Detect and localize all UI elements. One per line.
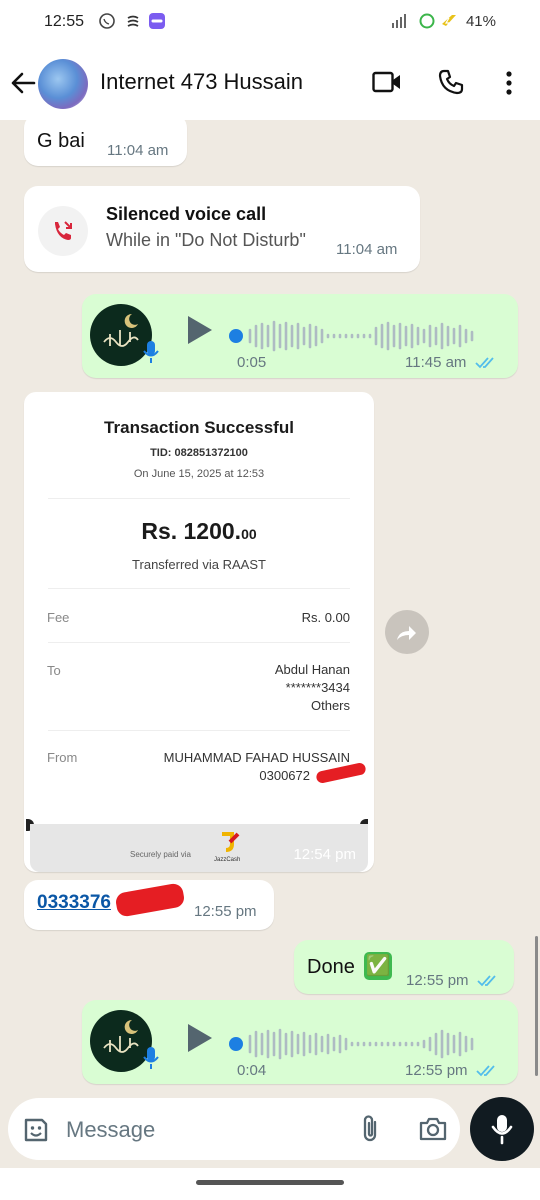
missed-call-icon: [55, 221, 72, 240]
attach-icon[interactable]: [358, 1114, 382, 1144]
message-meta: 12:55 pm: [405, 1062, 496, 1079]
forward-icon: [397, 626, 416, 640]
voice-duration: 0:05: [237, 354, 267, 371]
phone-number-link[interactable]: 0333376: [37, 892, 111, 914]
more-options-icon[interactable]: [506, 71, 512, 95]
link-app-icon: [149, 13, 165, 29]
message-time: 11:04 am: [336, 241, 398, 258]
receipt-amount: Rs. 1200.00: [24, 518, 374, 545]
chat-area[interactable]: G bai 11:04 am Silenced voice call While…: [0, 120, 540, 1090]
play-button[interactable]: [188, 316, 212, 344]
status-time: 12:55: [44, 13, 85, 30]
voice-waveform[interactable]: [228, 1024, 498, 1064]
message-bubble-outgoing[interactable]: Done ✅ 12:55 pm: [294, 940, 514, 994]
contact-avatar[interactable]: [38, 59, 88, 109]
video-call-icon[interactable]: [372, 71, 402, 93]
transaction-receipt-image[interactable]: Transaction Successful TID: 082851372100…: [24, 392, 374, 872]
microphone-icon: [491, 1115, 513, 1145]
read-receipt-icon: [474, 357, 494, 369]
to-details: Abdul Hanan *******3434 Others: [275, 661, 350, 715]
whatsapp-notification-icon: [99, 13, 115, 29]
amount-cents: 00: [241, 526, 257, 542]
to-account: *******3434: [285, 680, 350, 695]
to-bank: Others: [310, 698, 350, 713]
message-bubble-incoming[interactable]: G bai 11:04 am: [24, 120, 187, 166]
message-input[interactable]: Message: [66, 1117, 155, 1143]
from-account: 0300672: [259, 768, 310, 783]
divider: [48, 498, 350, 499]
missed-call-icon-wrap: [38, 206, 88, 256]
to-label: To: [47, 663, 61, 678]
receipt-via: Transferred via RAAST: [132, 557, 266, 572]
message-text: Done: [307, 956, 355, 978]
contact-name[interactable]: Internet 473 Hussain: [100, 69, 303, 95]
message-time: 12:55 pm: [406, 972, 469, 989]
to-name: Abdul Hanan: [274, 662, 350, 677]
divider: [48, 588, 350, 589]
receipt-footer: Securely paid via JazzCash 12:54 pm: [30, 824, 368, 872]
message-text: G bai: [37, 130, 85, 152]
voice-message-outgoing[interactable]: 0:04 12:55 pm: [82, 1000, 518, 1084]
message-time: 12:55 pm: [405, 1062, 468, 1079]
status-bar: 12:55 41%: [0, 0, 540, 44]
message-time: 12:54 pm: [293, 846, 356, 863]
voice-duration: 0:04: [237, 1062, 267, 1079]
message-time: 11:04 am: [107, 142, 169, 159]
voice-message-outgoing[interactable]: 0:05 11:45 am: [82, 294, 518, 378]
forward-button[interactable]: [385, 610, 429, 654]
receipt-date: On June 15, 2025 at 12:53: [133, 468, 265, 480]
mic-badge-icon: [143, 1047, 159, 1069]
battery-charging-icon: [442, 15, 456, 28]
system-nav-bar: [0, 1168, 540, 1200]
message-meta: 12:55 pm: [406, 972, 497, 989]
jazzcash-logo: [222, 832, 240, 852]
fee-label: Fee: [47, 610, 70, 625]
divider: [48, 642, 350, 643]
receipt-tid: TID: 082851372100: [150, 447, 248, 459]
back-arrow-icon[interactable]: [10, 72, 36, 94]
message-composer[interactable]: Message: [8, 1098, 460, 1160]
chat-header: Internet 473 Hussain: [0, 44, 540, 120]
brand-name: JazzCash: [214, 857, 241, 863]
play-button[interactable]: [188, 1024, 212, 1052]
fee-value: Rs. 0.00: [301, 610, 350, 625]
chat-scrollbar[interactable]: [535, 936, 538, 1076]
call-log-bubble[interactable]: Silenced voice call While in "Do Not Dis…: [24, 186, 420, 272]
mic-badge-icon: [143, 341, 159, 363]
message-bubble-incoming[interactable]: 0333376 12:55 pm: [24, 880, 274, 930]
secure-text: Securely paid via: [130, 850, 191, 859]
voice-call-icon[interactable]: [438, 69, 464, 95]
receipt-title: Transaction Successful: [104, 418, 294, 437]
battery-percent: 41%: [465, 13, 496, 30]
call-title: Silenced voice call: [106, 204, 267, 224]
amount-main: Rs. 1200.: [141, 518, 242, 544]
record-voice-button[interactable]: [470, 1097, 534, 1161]
data-saver-icon: [419, 13, 435, 29]
call-subtitle: While in "Do Not Disturb": [106, 230, 306, 250]
divider: [48, 730, 350, 731]
message-meta: 11:45 am: [405, 354, 495, 371]
camera-icon[interactable]: [418, 1116, 448, 1142]
message-time: 11:45 am: [405, 354, 467, 371]
from-label: From: [47, 750, 78, 765]
home-gesture-pill[interactable]: [196, 1180, 344, 1185]
app-notification-icon: [127, 15, 139, 27]
signal-icon: [392, 14, 406, 28]
read-receipt-icon: [477, 975, 496, 987]
voice-waveform[interactable]: [228, 316, 498, 356]
check-emoji: ✅: [364, 952, 392, 980]
sticker-icon[interactable]: [22, 1116, 50, 1144]
redaction-mark: [114, 882, 186, 918]
message-time: 12:55 pm: [194, 903, 257, 920]
read-receipt-icon: [476, 1065, 495, 1077]
from-name: MUHAMMAD FAHAD HUSSAIN: [163, 750, 350, 765]
